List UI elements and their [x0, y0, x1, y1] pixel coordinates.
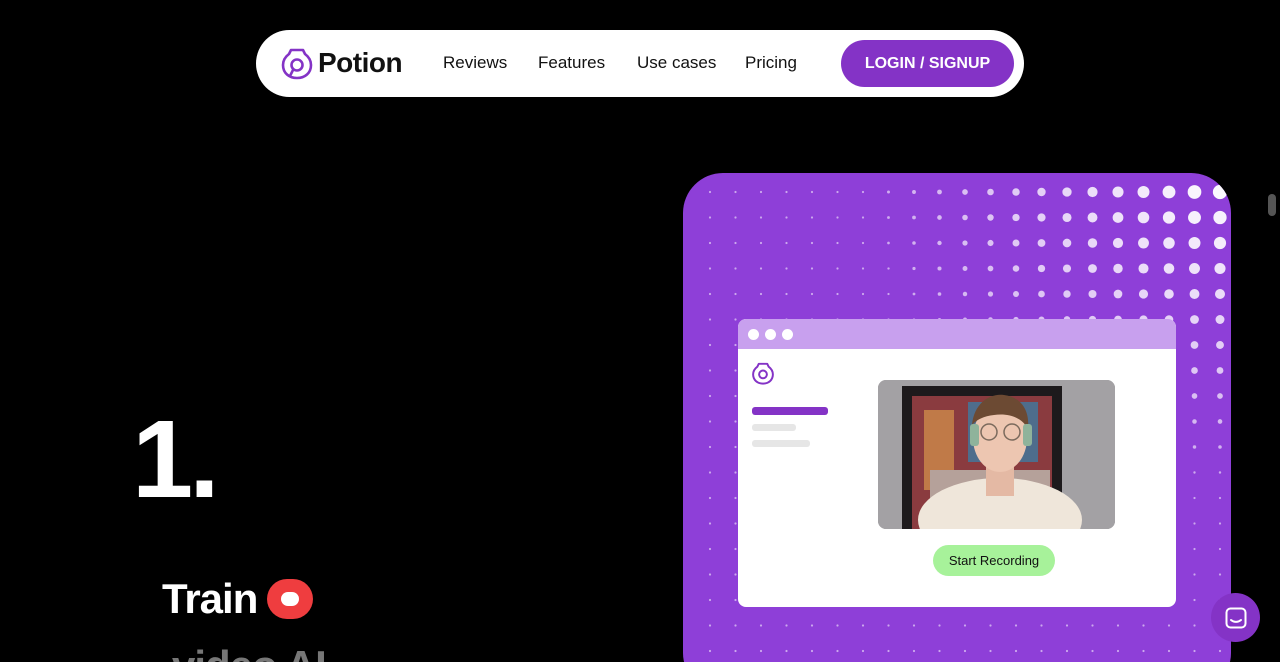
nav-link-pricing[interactable]: Pricing	[745, 53, 797, 73]
chat-launcher-button[interactable]	[1211, 593, 1260, 642]
webcam-person-image	[878, 380, 1115, 529]
brand-logo[interactable]: Potion	[280, 46, 403, 80]
scrollbar-thumb[interactable]	[1268, 194, 1276, 216]
top-nav: Potion Reviews Features Use cases Pricin…	[256, 30, 1024, 97]
start-recording-button[interactable]: Start Recording	[933, 545, 1055, 576]
nav-link-reviews[interactable]: Reviews	[443, 53, 507, 73]
browser-mockup: Start Recording	[738, 319, 1176, 607]
webcam-video	[878, 380, 1115, 529]
step-subtitle: video AI	[172, 642, 327, 662]
step-title-text: Train	[162, 575, 258, 622]
nav-link-features[interactable]: Features	[538, 53, 605, 73]
browser-title-bar	[738, 319, 1176, 349]
window-dot-icon	[748, 328, 759, 340]
feature-card: Start Recording	[683, 173, 1231, 662]
placeholder-line	[752, 440, 810, 447]
step-number: 1.	[132, 398, 220, 521]
login-signup-button[interactable]: LOGIN / SIGNUP	[841, 40, 1014, 87]
chat-icon	[1225, 607, 1246, 628]
potion-logo-icon	[752, 362, 774, 385]
placeholder-line	[752, 424, 796, 431]
record-icon	[267, 579, 314, 619]
brand-name: Potion	[318, 47, 403, 78]
placeholder-line	[752, 407, 828, 415]
window-dot-icon	[782, 328, 793, 340]
potion-logo-icon	[281, 48, 313, 80]
window-dot-icon	[765, 328, 776, 340]
step-title: Train	[162, 575, 314, 623]
nav-link-use-cases[interactable]: Use cases	[637, 53, 716, 73]
